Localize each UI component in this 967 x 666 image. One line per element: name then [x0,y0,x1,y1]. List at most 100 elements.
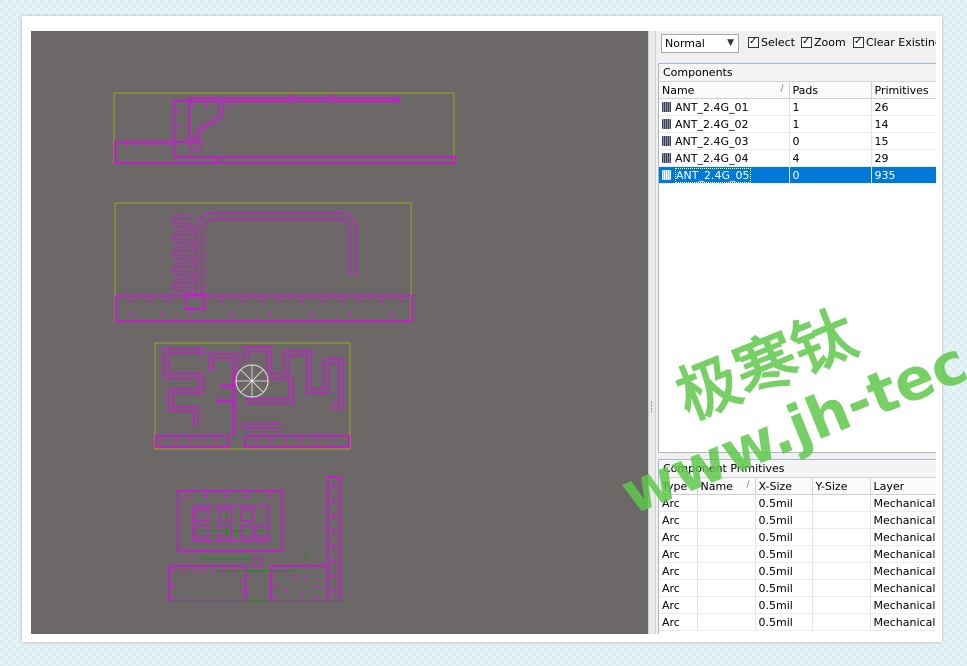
antenna-footprint-03 [154,342,351,450]
header-primitives[interactable]: Primitives [871,82,936,99]
clear-existing-checkbox[interactable]: Clear Existing [853,35,936,52]
header-pads[interactable]: Pads [789,82,872,99]
component-primitives: 935 [871,166,936,184]
component-pads: 0 [789,166,872,184]
component-pads: 1 [789,115,872,133]
antenna-footprint-02 [114,202,413,322]
component-chip-icon [662,118,671,129]
primitive-row[interactable]: Arc 0.5mil Mechanical [659,613,936,631]
header-ysize[interactable]: Y-Size [812,478,871,495]
primitive-name [697,579,756,597]
component-chip-icon [662,152,671,163]
panel-splitter[interactable] [648,31,656,634]
component-row[interactable]: ANT_2.4G_03 0 15 [659,132,936,150]
zoom-checkbox[interactable]: Zoom [801,35,846,52]
primitive-layer: Mechanical [870,613,936,631]
component-pads: 0 [789,132,872,150]
primitive-xsize: 0.5mil [755,562,813,580]
pcb-canvas[interactable] [31,31,648,634]
primitives-section: Component Primitives Type Name / X-Size Y… [658,459,936,634]
primitive-ysize [812,494,871,512]
primitive-row[interactable]: Arc 0.5mil Mechanical [659,562,936,580]
primitive-ysize [812,545,871,563]
component-primitives: 15 [871,132,936,150]
primitives-table: Type Name / X-Size Y-Size Layer Arc 0.5mil… [659,478,936,631]
checkbox-checked-icon [801,35,812,49]
primitive-xsize: 0.5mil [755,545,813,563]
component-name: ANT_2.4G_02 [675,117,749,131]
primitives-title: Component Primitives [659,460,936,478]
component-row-selected[interactable]: ANT_2.4G_05 0 935 [659,166,936,184]
primitive-type: Arc [659,562,698,580]
primitive-row[interactable]: Arc 0.5mil Mechanical [659,511,936,529]
pcb-library-panel: Normal ▼ Select Zoom Clear Existing Comp… [656,31,936,634]
primitive-layer: Mechanical [870,545,936,563]
primitive-layer: Mechanical [870,562,936,580]
primitive-name [697,528,756,546]
header-type[interactable]: Type [659,478,698,495]
primitive-type: Arc [659,579,698,597]
component-name: ANT_2.4G_03 [675,134,749,148]
primitive-name [697,494,756,512]
primitive-row[interactable]: Arc 0.5mil Mechanical [659,494,936,512]
pcb-drawing [113,92,456,602]
primitive-xsize: 0.5mil [755,579,813,597]
component-pads: 1 [789,98,872,116]
checkbox-checked-icon [853,35,864,49]
component-name: ANT_2.4G_05 [675,167,751,183]
components-title: Components [659,64,936,82]
checkbox-checked-icon [748,35,759,49]
primitive-name [697,562,756,580]
primitive-ysize [812,511,871,529]
primitive-layer: Mechanical [870,579,936,597]
component-row[interactable]: ANT_2.4G_01 1 26 [659,98,936,116]
primitive-row[interactable]: Arc 0.5mil Mechanical [659,579,936,597]
primitive-type: Arc [659,596,698,614]
header-prim-name[interactable]: Name / [697,478,756,495]
component-primitives: 29 [871,149,936,167]
sort-icon: / [780,84,784,94]
component-primitives: 26 [871,98,936,116]
primitive-type: Arc [659,545,698,563]
sort-icon: / [746,480,750,490]
primitive-ysize [812,596,871,614]
primitive-xsize: 0.5mil [755,528,813,546]
primitive-type: Arc [659,613,698,631]
select-label: Select [761,36,795,49]
primitive-name [697,596,756,614]
mode-dropdown[interactable]: Normal ▼ [661,34,739,53]
components-section: Components Name / Pads Primitives ANT_2.4… [658,63,936,453]
component-name: ANT_2.4G_04 [675,151,749,165]
antenna-footprint-01 [113,92,456,164]
primitive-ysize [812,613,871,631]
clear-existing-label: Clear Existing [866,36,936,49]
chevron-down-icon: ▼ [727,38,734,48]
header-name[interactable]: Name / [659,82,790,99]
primitive-type: Arc [659,494,698,512]
primitive-row[interactable]: Arc 0.5mil Mechanical [659,528,936,546]
component-chip-icon [662,101,671,112]
component-row[interactable]: ANT_2.4G_04 4 29 [659,149,936,167]
component-primitives: 14 [871,115,936,133]
component-chip-icon [662,169,671,180]
select-checkbox[interactable]: Select [748,35,795,52]
primitive-layer: Mechanical [870,596,936,614]
primitive-ysize [812,528,871,546]
primitive-layer: Mechanical [870,528,936,546]
header-xsize[interactable]: X-Size [755,478,813,495]
component-row[interactable]: ANT_2.4G_02 1 14 [659,115,936,133]
primitive-layer: Mechanical [870,511,936,529]
antenna-footprint-04 [168,476,341,602]
mode-value: Normal [665,37,705,50]
primitive-row[interactable]: Arc 0.5mil Mechanical [659,545,936,563]
header-layer[interactable]: Layer [870,478,936,495]
primitive-type: Arc [659,528,698,546]
component-name: ANT_2.4G_01 [675,100,749,114]
panel-toolbar: Normal ▼ Select Zoom Clear Existing [656,31,936,59]
primitive-row[interactable]: Arc 0.5mil Mechanical [659,596,936,614]
primitive-ysize [812,562,871,580]
primitive-name [697,545,756,563]
primitive-xsize: 0.5mil [755,511,813,529]
primitive-type: Arc [659,511,698,529]
primitive-layer: Mechanical [870,494,936,512]
